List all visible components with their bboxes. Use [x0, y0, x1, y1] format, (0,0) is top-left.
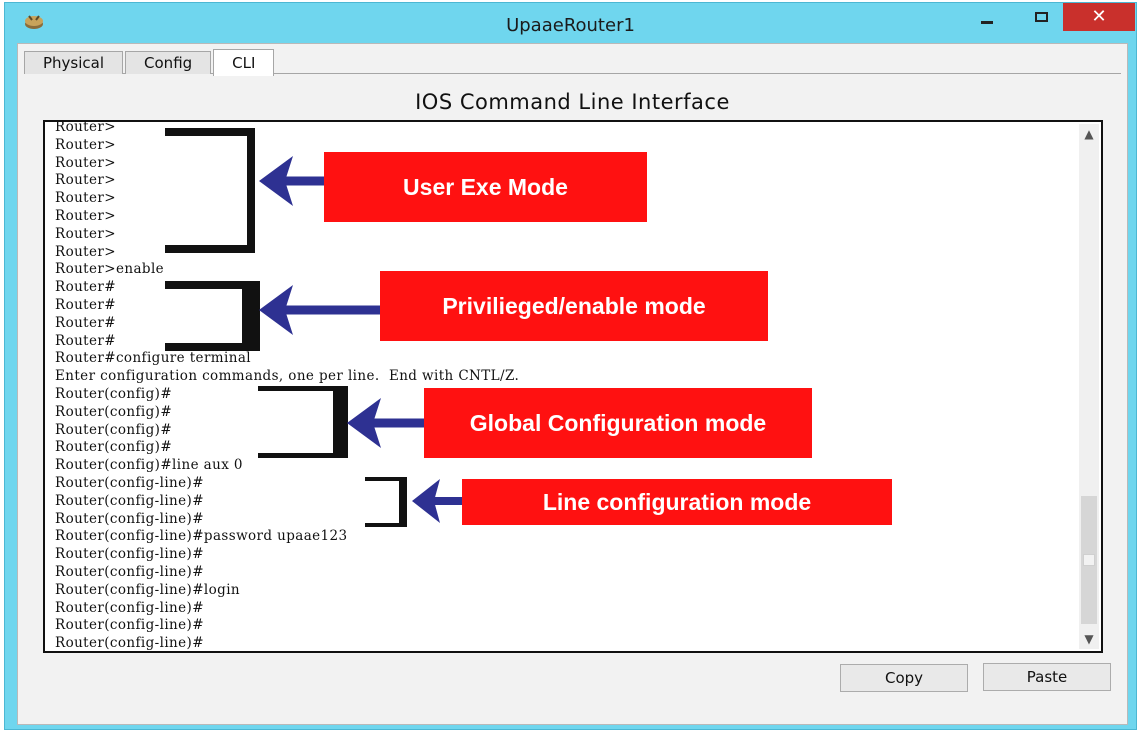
- privileged-bracket: [165, 281, 260, 351]
- tab-config[interactable]: Config: [125, 51, 212, 74]
- maximize-button[interactable]: [1021, 3, 1061, 31]
- terminal-line: Router(config-line)#: [55, 546, 204, 563]
- global-config-arrow-icon: [347, 398, 427, 448]
- terminal-line: Router>: [55, 120, 116, 135]
- user-exec-bracket: [165, 128, 255, 253]
- terminal-line: Router(config-line)#login: [55, 581, 241, 598]
- scroll-down-icon[interactable]: ▼: [1079, 629, 1099, 649]
- line-config-arrow-icon: [412, 479, 464, 523]
- terminal-line: Enter configuration commands, one per li…: [55, 368, 520, 385]
- terminal-line: Router#configure terminal: [55, 350, 251, 367]
- title-bar[interactable]: UpaaeRouter1 ✕: [5, 3, 1136, 43]
- terminal-line: Router(config-line)#password upaae123: [55, 528, 348, 545]
- terminal-line: Router>: [55, 225, 116, 242]
- user-exec-label: User Exe Mode: [324, 152, 647, 222]
- router-window: UpaaeRouter1 ✕ Physical Config CLI IOS C…: [4, 2, 1137, 730]
- terminal-line: Router(config)#line aux 0: [55, 457, 243, 474]
- cli-terminal[interactable]: Router> Router> Router> Router> Router> Route…: [43, 120, 1103, 653]
- terminal-line: Router(config-line)#: [55, 563, 204, 580]
- cli-heading: IOS Command Line Interface: [415, 90, 730, 114]
- vertical-scrollbar[interactable]: ▲ ▼: [1079, 124, 1099, 649]
- global-config-bracket: [258, 386, 348, 458]
- terminal-line: Router>: [55, 243, 116, 260]
- close-icon: ✕: [1091, 6, 1107, 27]
- minimize-icon: [981, 20, 993, 24]
- tab-physical[interactable]: Physical: [24, 51, 124, 74]
- minimize-button[interactable]: [967, 3, 1007, 31]
- line-config-label: Line configuration mode: [462, 479, 892, 525]
- scrollbar-thumb[interactable]: [1081, 496, 1097, 624]
- terminal-line: Router(config-line)#: [55, 599, 204, 616]
- scroll-up-icon[interactable]: ▲: [1079, 124, 1099, 144]
- tab-strip: Physical Config CLI: [24, 49, 276, 76]
- global-config-label: Global Configuration mode: [424, 388, 812, 458]
- line-config-bracket: [365, 477, 407, 527]
- tab-cli[interactable]: CLI: [213, 49, 275, 76]
- client-area: Physical Config CLI IOS Command Line Int…: [17, 43, 1128, 725]
- copy-button[interactable]: Copy: [840, 664, 968, 692]
- maximize-icon: [1034, 12, 1048, 22]
- privileged-arrow-icon: [259, 285, 383, 335]
- privileged-label: Privilieged/enable mode: [380, 271, 768, 341]
- close-button[interactable]: ✕: [1063, 3, 1135, 31]
- terminal-line: Router(config-line)#: [55, 635, 204, 652]
- grip-icon: [1083, 554, 1095, 566]
- user-exec-arrow-icon: [259, 156, 327, 206]
- paste-button[interactable]: Paste: [983, 663, 1111, 691]
- terminal-line: Router(config-line)#: [55, 617, 204, 634]
